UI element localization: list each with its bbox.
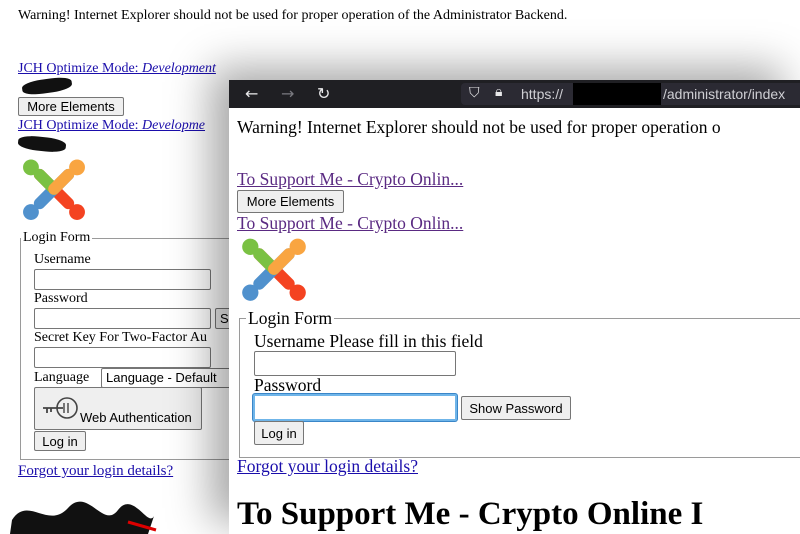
redacted-scribble (21, 75, 73, 97)
username-input[interactable] (254, 351, 456, 376)
login-form-legend: Login Form (23, 230, 91, 245)
login-button[interactable]: Log in (34, 431, 86, 451)
jch-mode-value-2: Developme (142, 118, 206, 133)
url-prefix: https:// (521, 86, 564, 102)
support-link-2[interactable]: To Support Me - Crypto Onlin... (237, 213, 463, 234)
ie-warning-text: Warning! Internet Explorer should not be… (18, 8, 568, 23)
more-elements-button[interactable]: More Elements (18, 97, 124, 116)
secret-key-label: Secret Key For Two-Factor Au (34, 330, 207, 345)
username-label: Username Please fill in this field (254, 331, 483, 351)
joomla-logo-icon (242, 238, 306, 301)
jch-mode-label[interactable]: JCH Optimize Mode: Development (18, 61, 216, 76)
support-link-1[interactable]: To Support Me - Crypto Onlin... (237, 169, 463, 190)
login-button[interactable]: Log in (254, 421, 304, 445)
forgot-login-link[interactable]: Forgot your login details? (18, 463, 173, 480)
password-label: Password (254, 375, 322, 395)
secret-key-input[interactable] (34, 347, 211, 368)
language-label: Language (34, 370, 90, 385)
jch-label-text-2: JCH Optimize Mode: (18, 118, 143, 133)
web-authentication-label: Web Authentication (80, 410, 192, 425)
username-label: Username (34, 252, 91, 267)
browser-toolbar: ← → ↻ ⛉ 🔒︎ https:// /administrator/index (229, 80, 800, 108)
shield-icon: ⛉ (469, 85, 480, 101)
language-select[interactable]: Language - Default (101, 368, 241, 388)
back-arrow-icon[interactable]: ← (245, 84, 258, 103)
support-heading: To Support Me - Crypto Online I (237, 496, 704, 532)
redacted-scribble-2 (17, 134, 67, 154)
jch-label-text: JCH Optimize Mode: (18, 61, 143, 76)
url-redaction (573, 83, 661, 105)
url-suffix: /administrator/index (663, 86, 786, 102)
jch-mode-label-2[interactable]: JCH Optimize Mode: Developme (18, 118, 205, 133)
login-form-legend: Login Form (248, 308, 333, 328)
forgot-login-link[interactable]: Forgot your login details? (237, 456, 418, 477)
username-input[interactable] (34, 269, 211, 290)
password-input[interactable] (34, 308, 211, 329)
address-bar[interactable]: ⛉ 🔒︎ https:// /administrator/index (461, 83, 800, 105)
jch-mode-link[interactable]: JCH Optimize Mode: Development (18, 61, 216, 77)
foreground-browser-window: ← → ↻ ⛉ 🔒︎ https:// /administrator/index… (229, 80, 800, 534)
more-elements-button[interactable]: More Elements (237, 190, 344, 213)
ie-warning-text: Warning! Internet Explorer should not be… (237, 117, 721, 137)
web-authentication-button[interactable]: Web Authentication (34, 387, 202, 430)
lock-icon: 🔒︎ (495, 84, 503, 100)
reload-icon[interactable]: ↻ (317, 84, 330, 103)
password-input[interactable] (253, 394, 457, 421)
show-password-button[interactable]: Show Password (461, 396, 571, 420)
redacted-scribble-3 (10, 501, 157, 534)
jch-mode-link-2[interactable]: JCH Optimize Mode: Developme (18, 118, 205, 134)
webauthn-key-icon (43, 397, 78, 419)
forward-arrow-icon[interactable]: → (281, 84, 294, 103)
joomla-logo-icon (23, 159, 85, 220)
password-label: Password (34, 291, 88, 306)
jch-mode-value: Development (142, 61, 216, 76)
